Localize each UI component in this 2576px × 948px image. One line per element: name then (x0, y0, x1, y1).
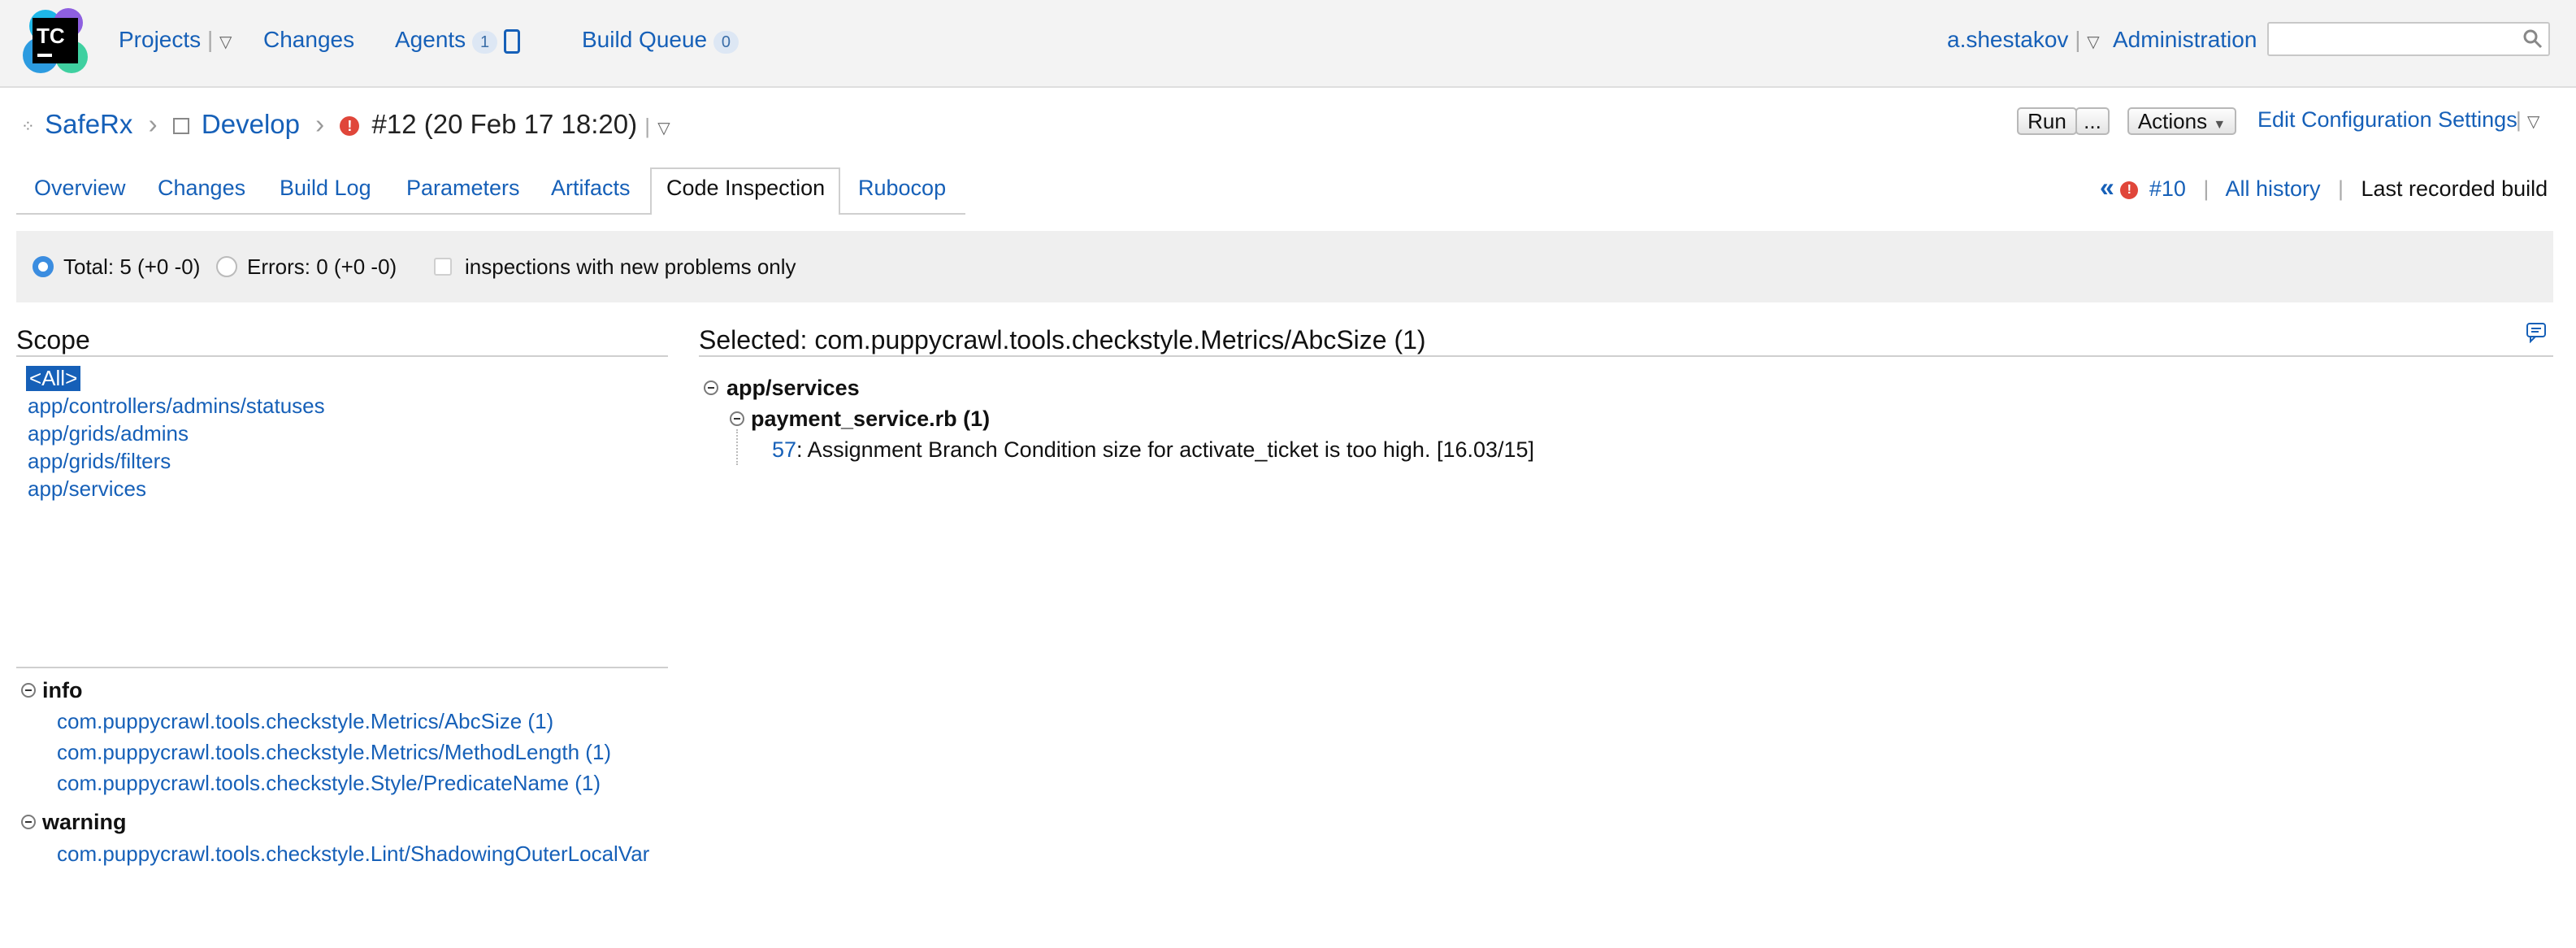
problem-message: : Assignment Branch Condition size for a… (796, 437, 1535, 462)
breadcrumb: ⁘ SafeRx › Develop › ! #12 (20 Feb 17 18… (21, 109, 670, 140)
collapse-icon[interactable] (21, 815, 36, 829)
chevron-down-icon[interactable]: ▽ (2087, 33, 2099, 51)
administration-link[interactable]: Administration (2113, 27, 2257, 53)
tab-overview[interactable]: Overview (34, 176, 126, 201)
nav-projects[interactable]: Projects (119, 27, 201, 52)
project-grid-icon: ⁘ (21, 117, 35, 136)
group-warning: warning (42, 810, 127, 834)
scope-item-grids-filters[interactable]: app/grids/filters (28, 449, 171, 474)
new-problems-only-label: inspections with new problems only (465, 254, 796, 279)
result-problem-row: 57: Assignment Branch Condition size for… (772, 437, 1534, 463)
tab-parameters[interactable]: Parameters (406, 176, 520, 201)
new-problems-only-checkbox[interactable] (434, 258, 452, 276)
teamcity-logo[interactable]: TC (21, 7, 89, 75)
user-menu[interactable]: a.shestakov (1947, 27, 2068, 52)
breadcrumb-build: #12 (20 Feb 17 18:20) (371, 109, 638, 139)
inspection-filter-bar (16, 231, 2553, 302)
collapse-icon[interactable] (21, 683, 36, 698)
scope-divider (16, 355, 668, 357)
breadcrumb-config[interactable]: Develop (202, 109, 300, 139)
separator: | (206, 27, 214, 52)
run-options-button[interactable]: ... (2075, 107, 2110, 135)
run-button[interactable]: Run (2017, 107, 2077, 135)
build-queue-count-badge: 0 (713, 31, 739, 54)
search-icon[interactable] (2522, 28, 2543, 50)
nav-agents[interactable]: Agents (395, 27, 466, 52)
build-error-icon: ! (2120, 180, 2139, 199)
comment-icon[interactable] (2526, 322, 2548, 343)
inspections-divider (16, 667, 668, 668)
previous-build-link[interactable]: #10 (2149, 176, 2186, 201)
scope-title: Scope (16, 325, 90, 354)
tab-code-inspection[interactable]: Code Inspection (666, 176, 825, 201)
separator: | (2337, 176, 2344, 201)
collapse-icon[interactable] (730, 411, 744, 426)
chevron-down-icon[interactable]: ▽ (2527, 113, 2539, 131)
result-folder: app/services (726, 376, 860, 400)
separator: | (2075, 27, 2081, 52)
separator: | (2516, 107, 2522, 132)
result-file: payment_service.rb (1) (751, 407, 991, 431)
build-history-nav: « ! #10 | All history | Last recorded bu… (2100, 172, 2548, 202)
chevron-down-icon[interactable]: ▽ (219, 33, 232, 51)
group-info: info (42, 678, 83, 702)
caret-down-icon: ▼ (2213, 118, 2227, 132)
collapse-icon[interactable] (704, 381, 718, 395)
actions-label: Actions (2137, 109, 2208, 133)
nav-changes[interactable]: Changes (263, 27, 354, 53)
errors-radio[interactable] (216, 256, 237, 277)
actions-button[interactable]: Actions ▼ (2127, 107, 2236, 135)
agents-count-badge: 1 (471, 31, 498, 54)
svg-text:TC: TC (37, 24, 65, 48)
all-history-link[interactable]: All history (2225, 176, 2320, 201)
tab-changes[interactable]: Changes (158, 176, 245, 201)
problem-line-link[interactable]: 57 (772, 437, 796, 462)
total-label: Total: 5 (+0 -0) (63, 254, 201, 279)
selected-inspection-title: Selected: com.puppycrawl.tools.checkstyl… (699, 325, 1426, 354)
chevron-down-icon[interactable]: ▽ (657, 120, 670, 137)
scope-item-controllers-admins-statuses[interactable]: app/controllers/admins/statuses (28, 394, 325, 419)
tab-rubocop[interactable]: Rubocop (858, 176, 946, 201)
edit-configuration-settings-link[interactable]: Edit Configuration Settings (2257, 107, 2517, 133)
agent-device-icon (503, 28, 520, 54)
separator: | (2203, 176, 2210, 201)
breadcrumb-project[interactable]: SafeRx (45, 109, 132, 139)
search-input[interactable] (2267, 22, 2550, 56)
build-error-icon: ! (340, 116, 360, 137)
tab-artifacts[interactable]: Artifacts (551, 176, 631, 201)
nav-build-queue[interactable]: Build Queue (582, 27, 707, 52)
last-recorded-build-label: Last recorded build (2361, 176, 2548, 201)
inspection-item-shadowingouterlocalvar[interactable]: com.puppycrawl.tools.checkstyle.Lint/Sha… (57, 841, 649, 866)
errors-label: Errors: 0 (+0 -0) (247, 254, 397, 279)
chevron-right-icon: › (315, 109, 325, 139)
separator: | (644, 114, 651, 138)
top-navigation-bar: TC Projects | ▽ Changes Agents 1 Build Q… (0, 0, 2576, 88)
tab-build-log[interactable]: Build Log (280, 176, 371, 201)
scope-item-services[interactable]: app/services (28, 476, 146, 502)
total-radio[interactable] (33, 256, 54, 277)
inspection-item-methodlength[interactable]: com.puppycrawl.tools.checkstyle.Metrics/… (57, 740, 611, 765)
build-config-icon (172, 118, 189, 135)
selected-divider (699, 355, 2553, 357)
chevron-right-icon: › (148, 109, 158, 139)
tree-guide-line (736, 429, 738, 465)
inspection-item-abcsize[interactable]: com.puppycrawl.tools.checkstyle.Metrics/… (57, 709, 553, 734)
inspection-item-predicatename[interactable]: com.puppycrawl.tools.checkstyle.Style/Pr… (57, 771, 601, 796)
previous-build-icon[interactable]: « (2100, 172, 2114, 202)
scope-item-all[interactable]: <All> (26, 366, 81, 391)
scope-item-grids-admins[interactable]: app/grids/admins (28, 421, 189, 446)
